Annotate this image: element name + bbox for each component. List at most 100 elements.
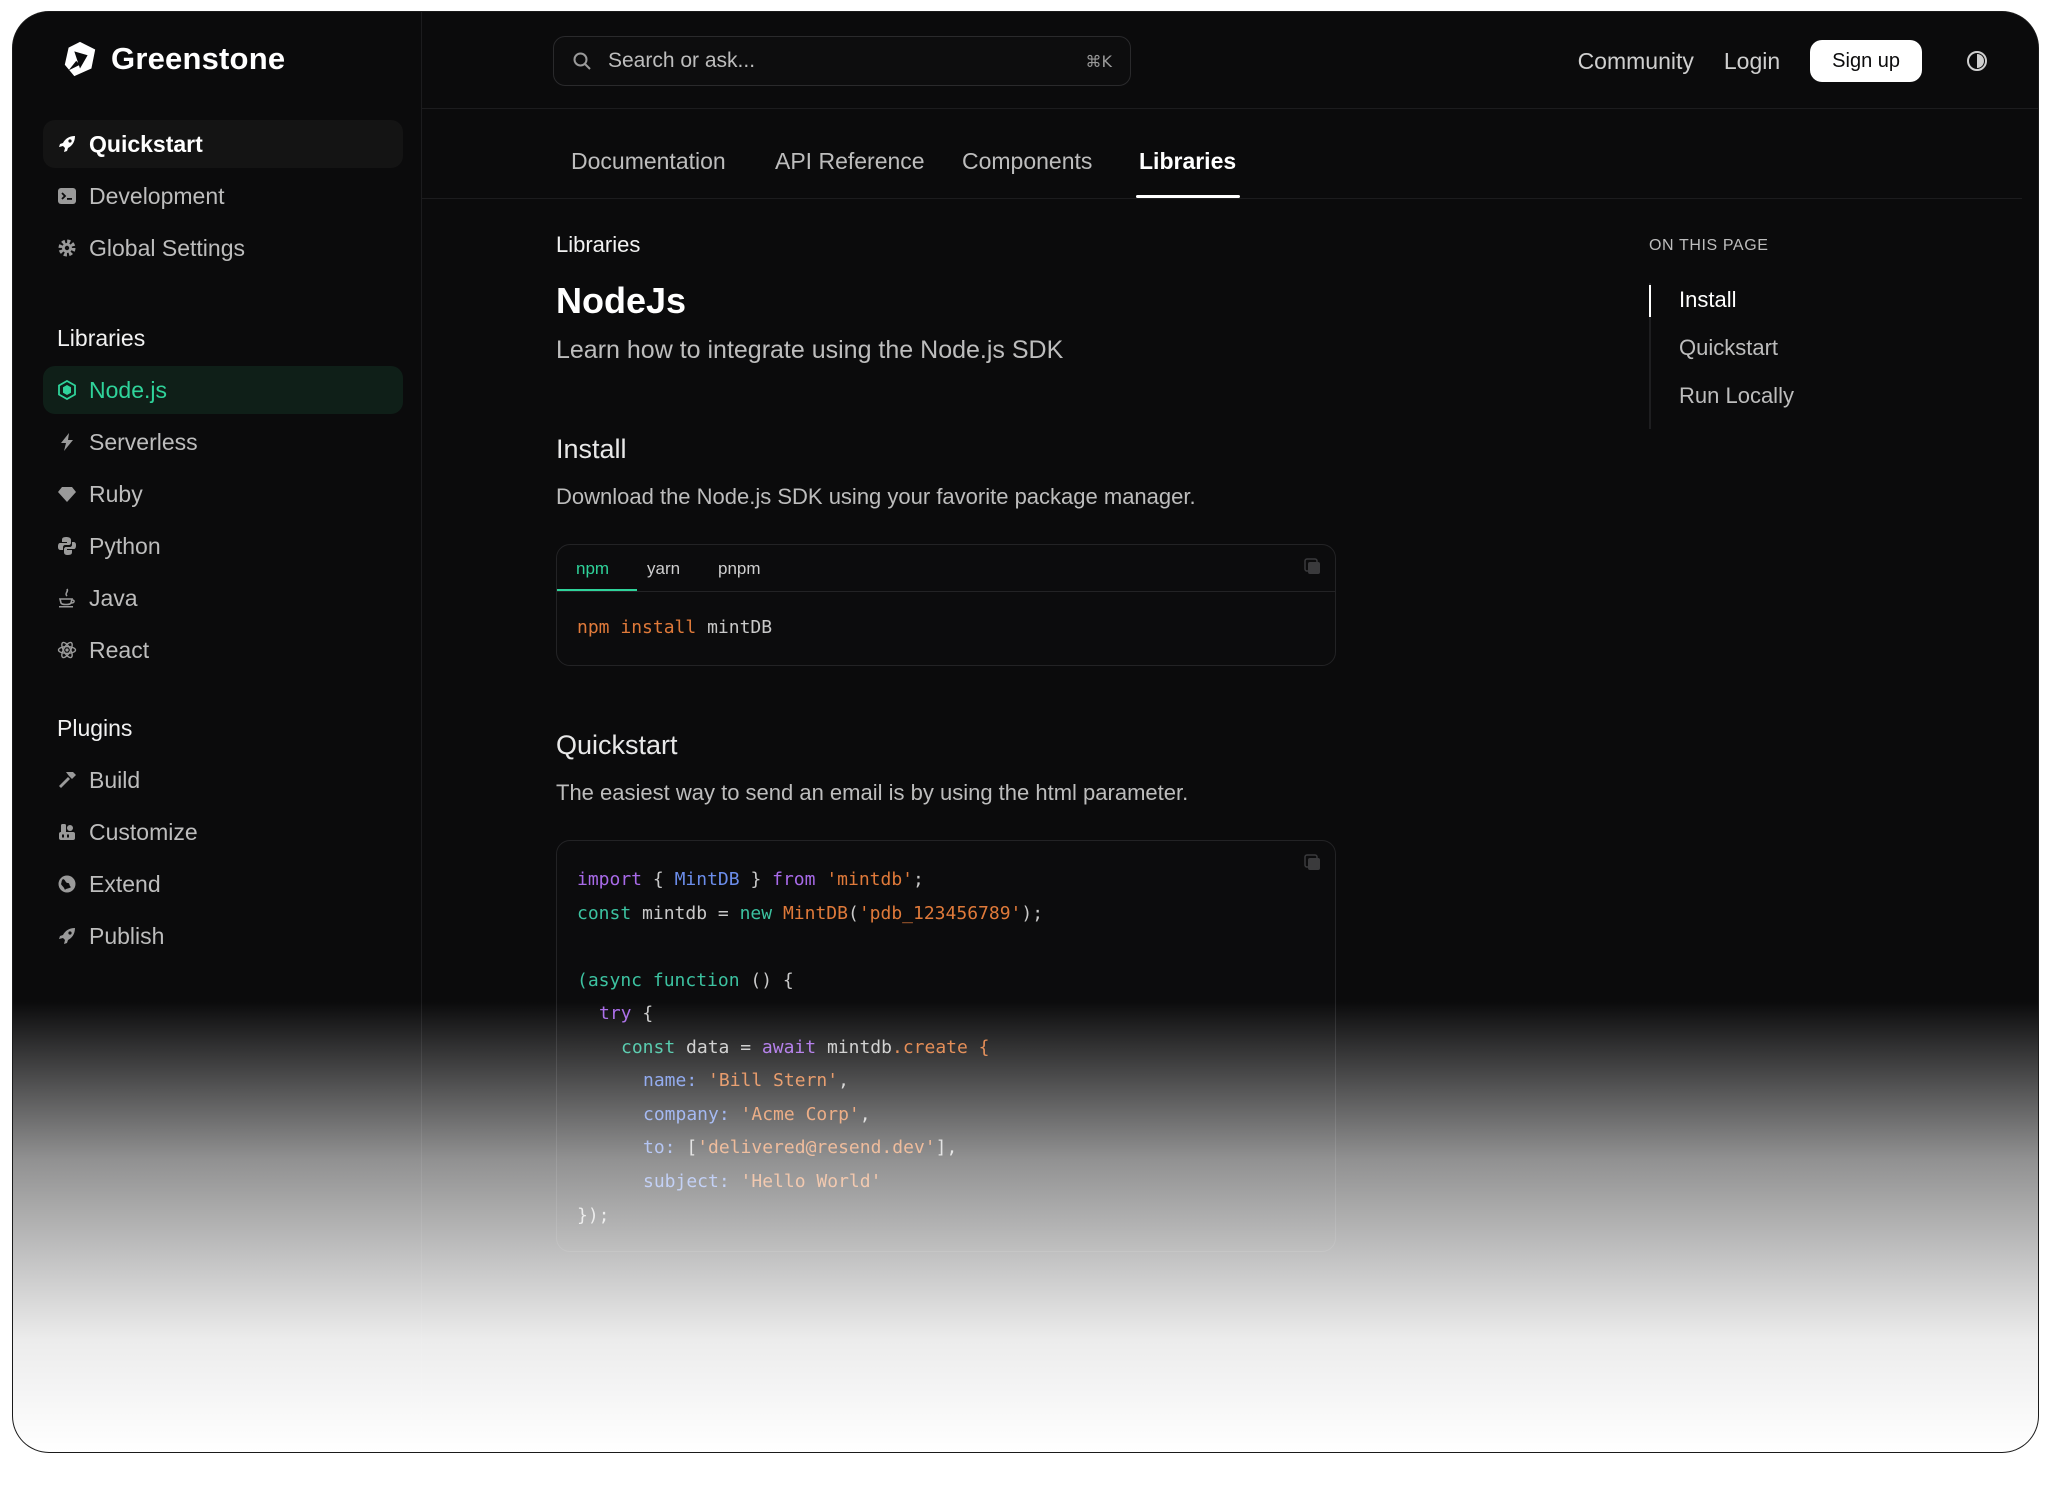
toc-active-marker: [1649, 285, 1651, 317]
code-line: company: 'Acme Corp',: [643, 1104, 871, 1125]
tab-pnpm[interactable]: pnpm: [718, 559, 761, 579]
tab-components[interactable]: Components: [962, 148, 1092, 175]
sidebar-item-extend[interactable]: Extend: [43, 860, 403, 908]
sidebar-item-label: Serverless: [89, 428, 198, 455]
login-link[interactable]: Login: [1724, 48, 1780, 75]
page-subtitle: Learn how to integrate using the Node.js…: [556, 336, 1064, 364]
code-token: to:: [643, 1137, 676, 1158]
sidebar-item-react[interactable]: React: [43, 626, 403, 674]
header-actions: Community Login Sign up: [1578, 38, 1988, 84]
sidebar-item-label: Customize: [89, 818, 198, 845]
rocket-icon: [57, 926, 77, 946]
code-token: }: [750, 869, 762, 890]
sidebar-top-nav: Quickstart Development Global Settings: [43, 120, 403, 276]
page-title: NodeJs: [556, 280, 687, 321]
search-input[interactable]: [606, 48, 1072, 74]
copy-icon[interactable]: [1303, 853, 1323, 873]
theme-toggle-icon[interactable]: [1966, 50, 1988, 72]
copy-icon[interactable]: [1303, 557, 1323, 577]
code-token: subject:: [643, 1171, 730, 1192]
nodejs-icon: [57, 380, 77, 400]
sidebar: Greenstone Quickstart Development Global…: [13, 12, 422, 1452]
plugins-section-title: Plugins: [57, 714, 133, 741]
code-token: 'Bill Stern': [708, 1070, 839, 1091]
code-line: to: ['delivered@resend.dev'],: [643, 1137, 957, 1158]
sidebar-item-development[interactable]: Development: [43, 172, 403, 220]
top-tabs: Documentation API Reference Components L…: [421, 108, 2022, 199]
code-token: () {: [750, 970, 794, 991]
tab-api-reference[interactable]: API Reference: [775, 148, 925, 175]
rocket-icon: [57, 134, 77, 154]
top-header: ⌘K Community Login Sign up: [421, 12, 2038, 109]
code-token: .create {: [891, 1037, 990, 1058]
code-token: [: [686, 1137, 698, 1158]
search-icon: [573, 52, 591, 70]
quickstart-text: The easiest way to send an email is by u…: [556, 780, 1189, 805]
community-link[interactable]: Community: [1578, 48, 1694, 75]
on-this-page: ON THIS PAGE Install Quickstart Run Loca…: [1649, 237, 2009, 429]
signup-button[interactable]: Sign up: [1810, 40, 1922, 82]
code-token: ,: [838, 1070, 849, 1091]
code-line: import { MintDB } from 'mintdb';: [577, 869, 924, 890]
code-token: 'Hello World': [740, 1171, 882, 1192]
code-token: from: [772, 869, 816, 890]
gem-icon: [57, 484, 77, 504]
sidebar-item-label: Node.js: [89, 376, 167, 403]
code-token: 'delivered@resend.dev': [697, 1137, 936, 1158]
toc-item-quickstart[interactable]: Quickstart: [1679, 335, 1778, 361]
code-token: ],: [935, 1137, 958, 1158]
sidebar-libraries-nav: Libraries Node.js Serverless Ruby Python…: [43, 314, 403, 678]
code-token: new: [739, 903, 773, 924]
sidebar-item-publish[interactable]: Publish: [43, 912, 403, 960]
java-icon: [57, 588, 77, 608]
code-token: 'Acme Corp': [740, 1104, 860, 1125]
tab-libraries[interactable]: Libraries: [1139, 148, 1236, 175]
sidebar-item-quickstart[interactable]: Quickstart: [43, 120, 403, 168]
sidebar-item-label: Development: [89, 182, 225, 209]
sidebar-item-label: Extend: [89, 870, 161, 897]
app-window: Greenstone Quickstart Development Global…: [13, 12, 2038, 1452]
toc-list: Install Quickstart Run Locally: [1649, 283, 1951, 429]
code-token: mintDB: [707, 617, 773, 638]
python-icon: [57, 536, 77, 556]
tab-documentation[interactable]: Documentation: [571, 148, 726, 175]
logo[interactable]: Greenstone: [61, 36, 285, 82]
sidebar-item-customize[interactable]: Customize: [43, 808, 403, 856]
search-bar[interactable]: ⌘K: [553, 36, 1131, 86]
app-name: Greenstone: [111, 41, 286, 76]
breadcrumb: Libraries: [556, 232, 641, 257]
toc-item-run-locally[interactable]: Run Locally: [1679, 383, 1794, 409]
sidebar-item-global-settings[interactable]: Global Settings: [43, 224, 403, 272]
sidebar-item-label: Quickstart: [89, 130, 203, 157]
bolt-icon: [57, 432, 77, 452]
sidebar-item-label: Global Settings: [89, 234, 245, 261]
code-token: });: [577, 1205, 610, 1226]
install-command: npm install mintDB: [577, 617, 772, 638]
code-token: ,: [859, 1104, 871, 1125]
sidebar-item-label: Ruby: [89, 480, 143, 507]
tab-npm[interactable]: npm: [576, 559, 609, 579]
active-code-tab-indicator: [557, 589, 637, 591]
code-token: (async: [577, 970, 643, 991]
code-line: const data = await mintdb.create {: [621, 1037, 990, 1058]
greenstone-logo-icon: [64, 41, 96, 77]
code-token: const: [577, 903, 632, 924]
sidebar-item-serverless[interactable]: Serverless: [43, 418, 403, 466]
code-line: (async function () {: [577, 970, 794, 991]
code-token: MintDB: [674, 869, 740, 890]
sidebar-item-ruby[interactable]: Ruby: [43, 470, 403, 518]
active-tab-indicator: [1136, 195, 1240, 198]
sidebar-item-build[interactable]: Build: [43, 756, 403, 804]
code-line: const mintdb = new MintDB('pdb_123456789…: [577, 903, 1043, 924]
sidebar-item-nodejs[interactable]: Node.js: [43, 366, 403, 414]
code-token: MintDB: [782, 903, 848, 924]
tab-yarn[interactable]: yarn: [647, 559, 680, 579]
code-token: );: [1021, 903, 1044, 924]
terminal-icon: [57, 186, 77, 206]
libraries-section-title: Libraries: [57, 324, 146, 351]
sidebar-item-label: Publish: [89, 922, 165, 949]
sidebar-item-java[interactable]: Java: [43, 574, 403, 622]
toc-item-install[interactable]: Install: [1679, 287, 1736, 313]
code-token: {: [642, 1003, 654, 1024]
sidebar-item-python[interactable]: Python: [43, 522, 403, 570]
